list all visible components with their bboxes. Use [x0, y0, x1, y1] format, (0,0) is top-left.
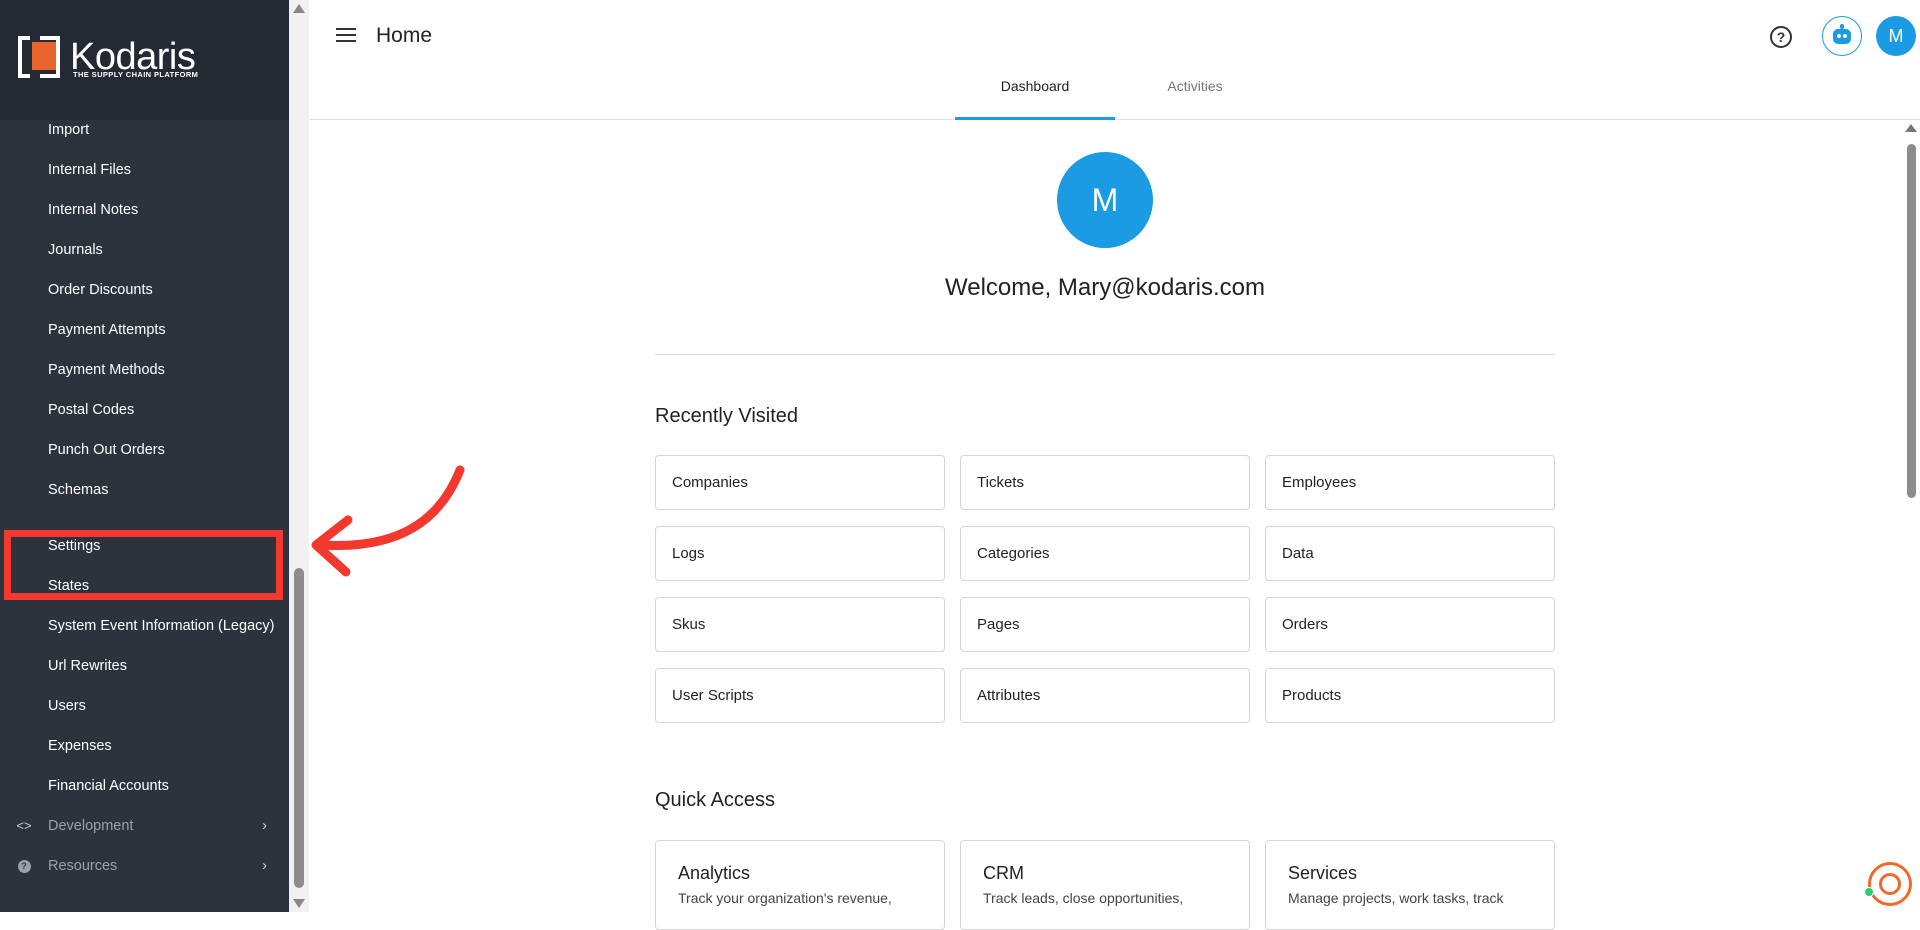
recent-card-user-scripts[interactable]: User Scripts [655, 668, 945, 723]
sidebar-item-expenses[interactable]: Expenses [0, 726, 289, 766]
sidebar-section-label: Resources [48, 858, 118, 874]
sidebar: Kodaris THE SUPPLY CHAIN PLATFORM Import… [0, 0, 289, 912]
quick-access-card-services[interactable]: Services Manage projects, work tasks, tr… [1265, 840, 1555, 930]
code-icon: <> [16, 818, 32, 833]
welcome-avatar: M [1057, 152, 1153, 248]
quick-access-card-crm[interactable]: CRM Track leads, close opportunities, [960, 840, 1250, 930]
recently-visited-title: Recently Visited [655, 405, 799, 427]
recent-card-orders[interactable]: Orders [1265, 597, 1555, 652]
sidebar-section-label: Development [48, 818, 134, 834]
sidebar-item-schemas[interactable]: Schemas [0, 470, 289, 510]
top-header: Home ? M Dashboard Activities [310, 0, 1920, 120]
hamburger-menu-icon[interactable] [336, 28, 356, 44]
quick-access-card-desc: Track leads, close opportunities, [983, 890, 1184, 906]
sidebar-item-journals[interactable]: Journals [0, 230, 289, 270]
sidebar-section-resources[interactable]: ? Resources › [0, 846, 289, 886]
sidebar-item-url-rewrites[interactable]: Url Rewrites [0, 646, 289, 686]
tab-activities[interactable]: Activities [1115, 78, 1275, 120]
recent-card-categories[interactable]: Categories [960, 526, 1250, 581]
tab-dashboard[interactable]: Dashboard [955, 78, 1115, 120]
quick-access-card-analytics[interactable]: Analytics Track your organization's reve… [655, 840, 945, 930]
sidebar-item-internal-files[interactable]: Internal Files [0, 150, 289, 190]
quick-access-card-title: CRM [983, 863, 1024, 883]
chevron-right-icon: › [262, 817, 267, 834]
logo-area: Kodaris THE SUPPLY CHAIN PLATFORM [0, 0, 289, 120]
help-icon: ? [15, 846, 33, 886]
recent-card-products[interactable]: Products [1265, 668, 1555, 723]
quick-access-card-title: Analytics [678, 863, 751, 883]
online-status-dot [1864, 887, 1874, 897]
page-title: Home [376, 24, 433, 47]
quick-access-card-desc: Track your organization's revenue, [678, 890, 892, 906]
quick-access-title: Quick Access [655, 789, 776, 811]
sidebar-section-development[interactable]: <> Development › [0, 806, 289, 846]
sidebar-item-order-discounts[interactable]: Order Discounts [0, 270, 289, 310]
assistant-bot-icon[interactable] [1822, 16, 1862, 56]
scroll-up-arrow-icon[interactable] [1905, 124, 1917, 132]
recent-card-pages[interactable]: Pages [960, 597, 1250, 652]
kodaris-logo-icon [18, 36, 60, 78]
sidebar-item-payment-methods[interactable]: Payment Methods [0, 350, 289, 390]
help-icon[interactable]: ? [1770, 26, 1792, 48]
recent-card-skus[interactable]: Skus [655, 597, 945, 652]
sidebar-scroll-thumb[interactable] [294, 568, 304, 888]
sidebar-item-financial-accounts[interactable]: Financial Accounts [0, 766, 289, 806]
chevron-right-icon: › [262, 857, 267, 874]
user-avatar[interactable]: M [1876, 16, 1916, 56]
sidebar-item-payment-attempts[interactable]: Payment Attempts [0, 310, 289, 350]
main-scrollbar[interactable] [1902, 120, 1920, 912]
divider [655, 354, 1555, 355]
scroll-down-arrow-icon[interactable] [293, 899, 305, 908]
recent-card-tickets[interactable]: Tickets [960, 455, 1250, 510]
main-scroll-thumb[interactable] [1907, 144, 1916, 498]
sidebar-item-internal-notes[interactable]: Internal Notes [0, 190, 289, 230]
sidebar-item-system-event-information[interactable]: System Event Information (Legacy) [0, 606, 289, 646]
settings-highlight-box [4, 530, 283, 600]
recent-card-attributes[interactable]: Attributes [960, 668, 1250, 723]
sidebar-item-import[interactable]: Import [0, 110, 289, 150]
sidebar-item-punch-out-orders[interactable]: Punch Out Orders [0, 430, 289, 470]
welcome-message: Welcome, Mary@kodaris.com [945, 274, 1265, 301]
recent-card-logs[interactable]: Logs [655, 526, 945, 581]
sidebar-item-users[interactable]: Users [0, 686, 289, 726]
sidebar-item-postal-codes[interactable]: Postal Codes [0, 390, 289, 430]
recent-card-companies[interactable]: Companies [655, 455, 945, 510]
logo-tagline: THE SUPPLY CHAIN PLATFORM [73, 70, 199, 79]
sidebar-nav: Import Internal Files Internal Notes Jou… [0, 110, 289, 886]
sidebar-scrollbar[interactable] [289, 0, 309, 912]
annotation-arrow-icon [311, 465, 465, 577]
recent-card-employees[interactable]: Employees [1265, 455, 1555, 510]
recent-card-data[interactable]: Data [1265, 526, 1555, 581]
scroll-up-arrow-icon[interactable] [293, 4, 305, 13]
quick-access-card-desc: Manage projects, work tasks, track [1288, 890, 1504, 906]
chat-support-icon[interactable] [1868, 862, 1912, 906]
quick-access-card-title: Services [1288, 863, 1358, 883]
sidebar-item-partially-hidden[interactable] [0, 510, 289, 526]
